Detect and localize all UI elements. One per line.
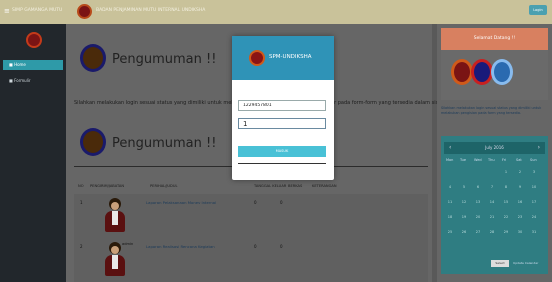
divider <box>238 163 326 164</box>
login-button[interactable]: MASUK <box>238 146 326 157</box>
undiksha-logo <box>249 50 265 66</box>
modal-header: SPM-UNDIKSHA <box>232 36 334 80</box>
login-modal: SPM-UNDIKSHA MASUK <box>232 36 334 180</box>
modal-title: SPM-UNDIKSHA <box>269 54 312 60</box>
username-field[interactable] <box>238 100 326 111</box>
password-field[interactable] <box>238 118 326 129</box>
